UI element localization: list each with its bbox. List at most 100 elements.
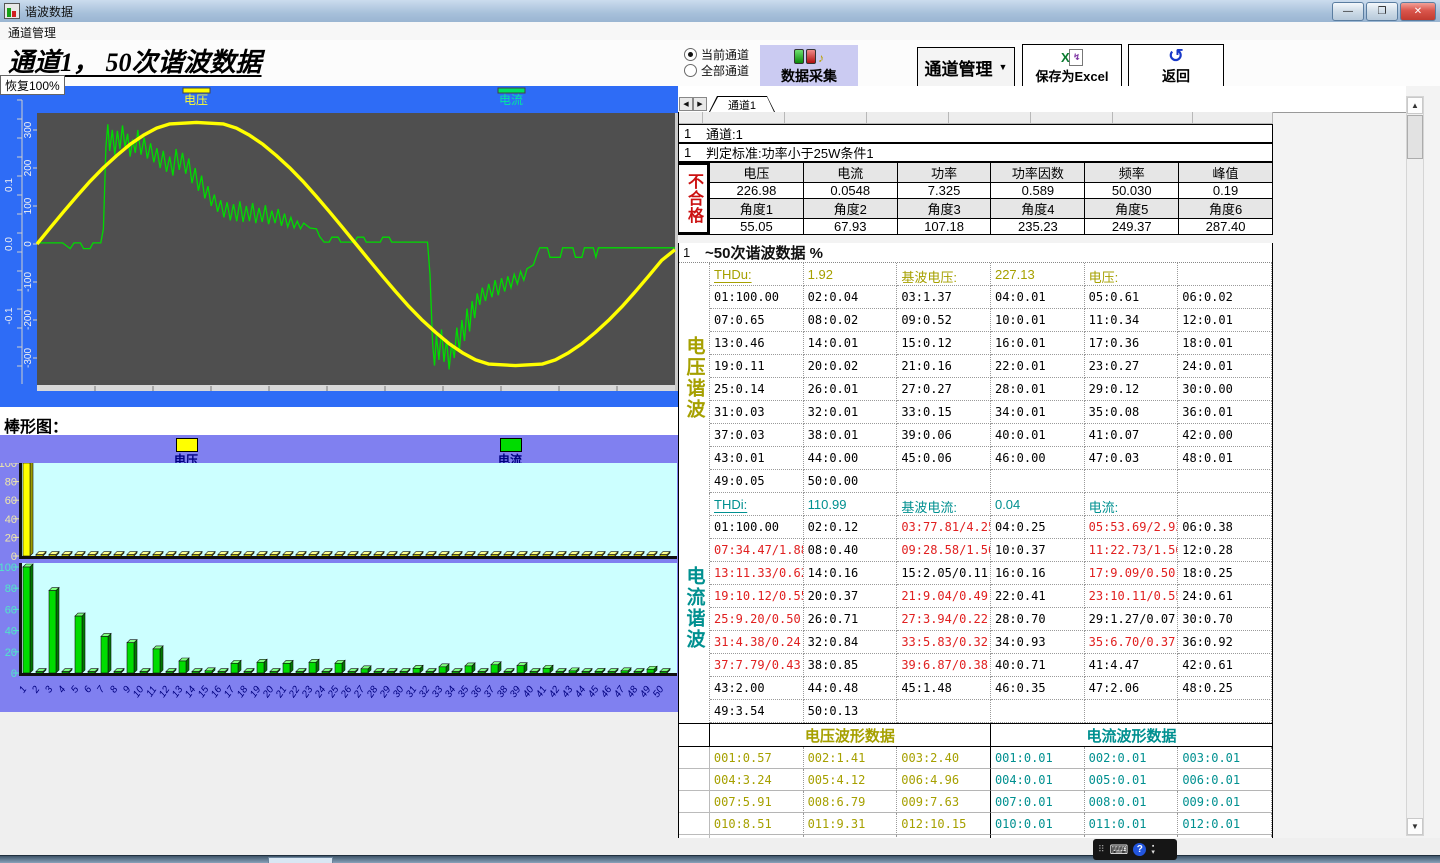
harmonic-cell: 29:1.27/0.07 bbox=[1085, 608, 1179, 631]
bar bbox=[517, 666, 524, 673]
harmonic-header-cell: THDi: bbox=[710, 493, 804, 516]
minimize-button[interactable]: — bbox=[1332, 2, 1364, 21]
bar bbox=[439, 667, 446, 673]
bar-y-axis-label: 40 bbox=[5, 626, 17, 638]
measurement-value-cell: 226.98 bbox=[709, 183, 803, 199]
harmonic-cell: 37:7.79/0.43 bbox=[710, 654, 804, 677]
taskbar-button[interactable] bbox=[268, 857, 333, 863]
help-icon[interactable]: ? bbox=[1133, 843, 1146, 856]
tab-prev-button[interactable]: ◀ bbox=[679, 97, 693, 111]
teal-harmonic-row: 01:100.0002:0.1203:77.81/4.2504:0.2505:5… bbox=[710, 516, 1272, 539]
measurement-value-cell: 0.589 bbox=[990, 183, 1084, 199]
current-waveform-cell: 011:0.01 bbox=[1085, 813, 1179, 835]
bar-x-axis-label: 8 bbox=[108, 684, 120, 695]
voltage-waveform-cell: 004:3.24 bbox=[710, 769, 804, 791]
harmonic-cell: 34:0.93 bbox=[991, 631, 1085, 654]
keyboard-icon[interactable]: ⌨ bbox=[1110, 843, 1129, 856]
grid-column-header bbox=[949, 112, 1031, 124]
bar bbox=[192, 672, 199, 673]
y-axis-label-voltage: 100 bbox=[23, 197, 34, 214]
bar bbox=[36, 672, 43, 673]
tab-channel-1[interactable]: 通道1 bbox=[709, 96, 775, 112]
close-button[interactable]: ✕ bbox=[1400, 2, 1436, 21]
bar-y-axis-label: 80 bbox=[5, 477, 17, 489]
radio-all-icon bbox=[684, 64, 697, 77]
harmonic-cell: 49:0.05 bbox=[710, 470, 804, 493]
grid-column-header bbox=[867, 112, 949, 124]
bar bbox=[361, 669, 368, 673]
current-waveform-cell: 004:0.01 bbox=[991, 769, 1085, 791]
harmonic-cell: 42:0.61 bbox=[1178, 654, 1272, 677]
voltage-harmonics-side-label: 电压谐波 bbox=[681, 336, 708, 420]
bar bbox=[205, 671, 212, 673]
bar bbox=[556, 672, 563, 673]
harmonic-cell: 47:2.06 bbox=[1085, 677, 1179, 700]
waveform-table-row: 004:3.24005:4.12006:4.96004:0.01005:0.01… bbox=[679, 769, 1272, 791]
radio-all-channels[interactable]: 全部通道 bbox=[684, 62, 749, 78]
harmonic-cell: 15:2.05/0.11 bbox=[897, 562, 991, 585]
harmonic-cell: 20:0.02 bbox=[804, 355, 898, 378]
harmonic-cell: 28:0.70 bbox=[991, 608, 1085, 631]
scroll-up-button[interactable]: ▲ bbox=[1407, 97, 1423, 114]
ime-options-icon[interactable]: ▪▾ bbox=[1151, 844, 1155, 856]
drag-grip-icon[interactable]: ⠿ bbox=[1098, 845, 1105, 854]
harmonic-cell: 31:0.03 bbox=[710, 401, 804, 424]
harmonic-cell: 26:0.71 bbox=[804, 608, 898, 631]
bar bbox=[348, 672, 355, 673]
ime-toolbar[interactable]: ⠿ ⌨ ? ▪▾ bbox=[1093, 839, 1177, 860]
current-waveform-cell: 012:0.01 bbox=[1178, 813, 1272, 835]
bar-side-face bbox=[30, 564, 33, 673]
taskbar[interactable] bbox=[0, 855, 1440, 863]
harmonic-cell: 36:0.01 bbox=[1178, 401, 1272, 424]
bar bbox=[569, 671, 576, 673]
olive-harmonic-row: 01:100.0002:0.0403:1.3704:0.0105:0.6106:… bbox=[710, 286, 1272, 309]
bar bbox=[608, 555, 615, 556]
scroll-down-button[interactable]: ▼ bbox=[1407, 818, 1423, 835]
teal-harmonic-row: 19:10.12/0.5520:0.3721:9.04/0.4922:0.412… bbox=[710, 585, 1272, 608]
bar bbox=[270, 555, 277, 556]
harmonic-header-cell: 110.99 bbox=[804, 493, 898, 516]
harmonic-cell bbox=[991, 470, 1085, 493]
back-button[interactable]: ↺ 返回 bbox=[1128, 44, 1224, 90]
bar bbox=[62, 555, 69, 556]
teal-harmonic-row: 43:2.0044:0.4845:1.4846:0.3547:2.0648:0.… bbox=[710, 677, 1272, 700]
bar bbox=[452, 555, 459, 556]
tab-next-button[interactable]: ▶ bbox=[693, 97, 707, 111]
harmonic-cell: 12:0.28 bbox=[1178, 539, 1272, 562]
teal-harmonic-row: 13:11.33/0.6214:0.1615:2.05/0.1116:0.161… bbox=[710, 562, 1272, 585]
bar-axis-floor bbox=[19, 673, 677, 676]
scrollbar-thumb[interactable] bbox=[1407, 115, 1423, 159]
data-collect-button[interactable]: ♪ 数据采集 bbox=[760, 45, 858, 89]
current-waveform-cell: 015:0.01 bbox=[1178, 835, 1272, 838]
measurement-value-cell: 7.325 bbox=[897, 183, 991, 199]
harmonic-cell: 39:6.87/0.38 bbox=[897, 654, 991, 677]
tool-strip: 通道1， 50次谐波数据 当前通道 全部通道 ♪ 数据采集 通道管理 ▼ bbox=[0, 40, 1440, 86]
voltage-harmonic-bar-chart: 020406080100 bbox=[0, 463, 680, 561]
olive-harmonic-row: 31:0.0332:0.0133:0.1534:0.0135:0.0836:0.… bbox=[710, 401, 1272, 424]
measurement-header-cell: 角度4 bbox=[990, 199, 1084, 219]
bar bbox=[400, 555, 407, 556]
harmonic-cell: 45:0.06 bbox=[897, 447, 991, 470]
harmonic-cell bbox=[1085, 700, 1179, 723]
restore-zoom-button[interactable]: 恢复100% bbox=[0, 75, 65, 95]
channel-manage-button[interactable]: 通道管理 ▼ bbox=[917, 47, 1015, 87]
excel-icon: X ↯ bbox=[1061, 49, 1083, 65]
save-excel-button[interactable]: X ↯ 保存为Excel bbox=[1022, 44, 1122, 90]
bar bbox=[153, 555, 160, 556]
measurement-header-cell: 峰值 bbox=[1178, 163, 1272, 183]
olive-harmonic-header-row: THDu:1.92基波电压:227.13电压: bbox=[710, 263, 1272, 286]
harmonic-cell: 11:22.73/1.56 bbox=[1085, 539, 1179, 562]
bar bbox=[257, 555, 264, 556]
bar bbox=[101, 555, 108, 556]
vertical-scrollbar[interactable]: ▲ ▼ bbox=[1406, 96, 1424, 836]
voltage-waveform-cell: 007:5.91 bbox=[710, 791, 804, 813]
radio-current-channel[interactable]: 当前通道 bbox=[684, 46, 749, 62]
waveform-table-corner bbox=[679, 724, 710, 746]
bar bbox=[283, 663, 290, 673]
restore-button[interactable]: ❐ bbox=[1366, 2, 1398, 21]
voltage-waveform-cell: 010:8.51 bbox=[710, 813, 804, 835]
harmonic-cell: 48:0.25 bbox=[1178, 677, 1272, 700]
measurement-header-cell: 频率 bbox=[1084, 163, 1178, 183]
info-row-criteria: 1 判定标准:功率小于25W条件1 bbox=[678, 143, 1273, 162]
grid-column-header bbox=[1113, 112, 1193, 124]
